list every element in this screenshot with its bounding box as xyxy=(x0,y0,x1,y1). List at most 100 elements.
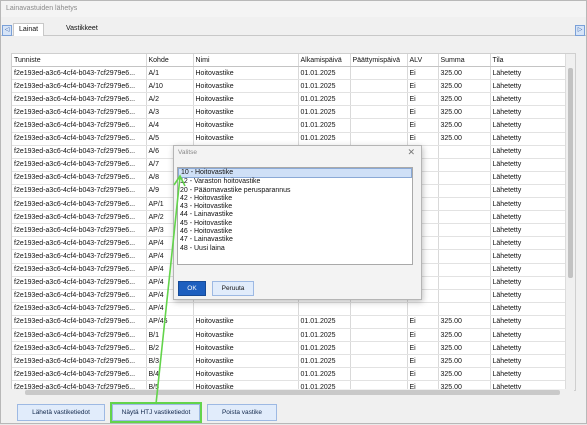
table-cell: A/5 xyxy=(146,132,194,146)
table-cell: f2e193ed-a3c6-4cf4-b043-7cf2979e6... xyxy=(12,354,147,369)
table-cell: Lähetetty xyxy=(490,354,575,369)
table-cell: f2e193ed-a3c6-4cf4-b043-7cf2979e6... xyxy=(12,236,147,251)
horizontal-scrollbar[interactable] xyxy=(11,389,574,396)
table-cell: f2e193ed-a3c6-4cf4-b043-7cf2979e6... xyxy=(12,171,147,185)
tab-scroll-left-icon[interactable]: ◁ xyxy=(2,25,12,36)
table-cell: f2e193ed-a3c6-4cf4-b043-7cf2979e6... xyxy=(12,79,147,94)
table-cell: 325.00 xyxy=(438,132,491,146)
table-cell: Hoitovastike xyxy=(193,105,299,120)
list-item[interactable]: 43 - Hoitovastike xyxy=(178,203,412,211)
table-cell: Lähetetty xyxy=(490,328,575,343)
column-header[interactable]: Tunniste xyxy=(12,54,147,68)
column-header[interactable]: Päättymispäivä xyxy=(350,54,408,68)
table-cell: Lähetetty xyxy=(490,276,575,290)
table-row[interactable]: f2e193ed-a3c6-4cf4-b043-7cf2979e6... A/1 H… xyxy=(12,66,575,81)
list-item[interactable]: 12 - Varaston hoitovastike xyxy=(178,178,412,186)
table-cell: Hoitovastike xyxy=(193,341,299,356)
table-row[interactable]: f2e193ed-a3c6-4cf4-b043-7cf2979e6... A/2 H… xyxy=(12,92,575,107)
table-cell: 01.01.2025 xyxy=(298,354,351,369)
vastike-listbox[interactable]: 10 - Hoitovastike 12 - Varaston hoitovast… xyxy=(177,167,413,265)
table-cell: f2e193ed-a3c6-4cf4-b043-7cf2979e6... xyxy=(12,276,147,290)
table-cell: Lähetetty xyxy=(490,223,575,238)
table-cell xyxy=(438,249,491,264)
tab-vastikkeet[interactable]: Vastikkeet xyxy=(61,23,103,35)
table-cell xyxy=(193,302,299,316)
table-cell: Ei xyxy=(407,315,439,329)
table-cell xyxy=(407,302,439,316)
table-cell: Hoitovastike xyxy=(193,66,299,81)
ok-button[interactable]: OK xyxy=(178,281,206,296)
table-cell xyxy=(350,132,408,146)
tab-scroll-right-icon[interactable]: ▷ xyxy=(575,25,585,36)
list-item[interactable]: 44 - Lainavastike xyxy=(178,211,412,219)
cancel-button[interactable]: Peruuta xyxy=(212,281,254,296)
table-cell: Hoitovastike xyxy=(193,315,299,329)
table-cell xyxy=(438,210,491,225)
table-cell: Hoitovastike xyxy=(193,132,299,146)
table-cell: f2e193ed-a3c6-4cf4-b043-7cf2979e6... xyxy=(12,145,147,159)
table-cell: Ei xyxy=(407,79,439,94)
table-cell: 01.01.2025 xyxy=(298,105,351,120)
column-header[interactable]: Kohde xyxy=(146,54,194,68)
table-row[interactable]: f2e193ed-a3c6-4cf4-b043-7cf2979e6... B/2 H… xyxy=(12,341,575,356)
table-row[interactable]: f2e193ed-a3c6-4cf4-b043-7cf2979e6... A/4 H… xyxy=(12,118,575,133)
list-item[interactable]: 45 - Hoitovastike xyxy=(178,220,412,228)
table-cell: 325.00 xyxy=(438,341,491,356)
list-item[interactable]: 46 - Hoitovastike xyxy=(178,228,412,236)
table-cell xyxy=(350,302,408,316)
list-item[interactable]: 42 - Hoitovastike xyxy=(178,195,412,203)
list-item[interactable]: 48 - Uusi laina xyxy=(178,245,412,253)
table-cell: Ei xyxy=(407,92,439,107)
column-header[interactable]: Alkamispäivä xyxy=(298,54,351,68)
column-header[interactable]: Nimi xyxy=(193,54,299,68)
table-cell: f2e193ed-a3c6-4cf4-b043-7cf2979e6... xyxy=(12,367,147,382)
table-header-row: Tunniste Kohde Nimi Alkamispäivä Päättymispä… xyxy=(12,54,575,68)
table-cell: 325.00 xyxy=(438,92,491,107)
list-item[interactable]: 47 - Lainavastike xyxy=(178,236,412,244)
table-cell: A/4 xyxy=(146,118,194,133)
table-row[interactable]: f2e193ed-a3c6-4cf4-b043-7cf2979e6... AP/4… xyxy=(12,315,575,329)
table-cell: Lähetetty xyxy=(490,210,575,225)
table-cell: Lähetetty xyxy=(490,132,575,146)
select-dialog: Valitse ✕ 10 - Hoitovastike 12 - Varaston… xyxy=(173,145,422,300)
table-row[interactable]: f2e193ed-a3c6-4cf4-b043-7cf2979e6... B/3 H… xyxy=(12,354,575,369)
column-header[interactable]: Tila xyxy=(490,54,575,68)
list-item[interactable]: 20 - Pääomavastike perusparannus xyxy=(178,187,412,195)
show-htj-button[interactable]: Näytä HTJ vastiketiedot xyxy=(110,402,202,423)
vertical-scrollbar[interactable] xyxy=(565,54,575,390)
table-cell xyxy=(350,79,408,94)
table-cell xyxy=(438,236,491,251)
table-row[interactable]: f2e193ed-a3c6-4cf4-b043-7cf2979e6... AP/4… xyxy=(12,302,575,316)
table-cell: B/3 xyxy=(146,354,194,369)
table-cell: Ei xyxy=(407,118,439,133)
table-cell: Lähetetty xyxy=(490,249,575,264)
table-row[interactable]: f2e193ed-a3c6-4cf4-b043-7cf2979e6... A/10… xyxy=(12,79,575,94)
table-cell: B/4 xyxy=(146,367,194,382)
table-cell: 325.00 xyxy=(438,354,491,369)
column-header[interactable]: ALV xyxy=(407,54,439,68)
table-cell: A/3 xyxy=(146,105,194,120)
table-cell: f2e193ed-a3c6-4cf4-b043-7cf2979e6... xyxy=(12,263,147,277)
table-cell: f2e193ed-a3c6-4cf4-b043-7cf2979e6... xyxy=(12,302,147,316)
tab-lainat[interactable]: Lainat xyxy=(13,23,45,36)
table-row[interactable]: f2e193ed-a3c6-4cf4-b043-7cf2979e6... B/1 H… xyxy=(12,328,575,343)
table-row[interactable]: f2e193ed-a3c6-4cf4-b043-7cf2979e6... A/3 H… xyxy=(12,105,575,120)
table-cell: Hoitovastike xyxy=(193,118,299,133)
scroll-thumb-horizontal[interactable] xyxy=(25,390,560,395)
close-icon[interactable]: ✕ xyxy=(407,147,415,158)
scroll-thumb[interactable] xyxy=(568,68,573,278)
table-cell: 01.01.2025 xyxy=(298,132,351,146)
remove-vastike-button[interactable]: Poista vastike xyxy=(207,404,277,421)
table-cell: Lähetetty xyxy=(490,145,575,159)
send-vastike-button[interactable]: Lähetä vastiketiedot xyxy=(17,404,105,421)
table-row[interactable]: f2e193ed-a3c6-4cf4-b043-7cf2979e6... A/5 H… xyxy=(12,132,575,146)
list-item[interactable]: 10 - Hoitovastike xyxy=(178,168,412,179)
table-cell: f2e193ed-a3c6-4cf4-b043-7cf2979e6... xyxy=(12,341,147,356)
table-cell: f2e193ed-a3c6-4cf4-b043-7cf2979e6... xyxy=(12,132,147,146)
table-cell: Lähetetty xyxy=(490,105,575,120)
table-row[interactable]: f2e193ed-a3c6-4cf4-b043-7cf2979e6... B/4 H… xyxy=(12,367,575,382)
column-header[interactable]: Summa xyxy=(438,54,491,68)
table-cell: 325.00 xyxy=(438,367,491,382)
table-cell xyxy=(298,302,351,316)
table-cell: A/1 xyxy=(146,66,194,81)
